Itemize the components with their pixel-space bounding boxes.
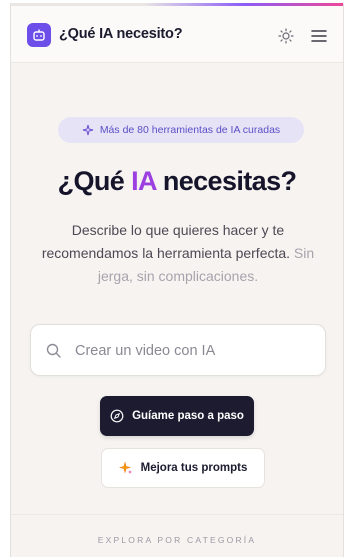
sparkles-icon xyxy=(118,461,132,474)
page-subtitle: Describe lo que quieres hacer y te recom… xyxy=(23,219,333,288)
guide-me-button[interactable]: Guíame paso a paso xyxy=(100,396,254,436)
tools-count-badge: Más de 80 herramientas de IA curadas xyxy=(58,117,304,143)
page-title: ¿Qué IA necesitas? xyxy=(11,166,343,197)
sparkles-icon xyxy=(82,124,93,136)
guide-button-label: Guíame paso a paso xyxy=(132,410,244,422)
title-accent: IA xyxy=(131,166,156,196)
search-icon xyxy=(46,343,61,358)
brand-title[interactable]: ¿Qué IA necesito? xyxy=(59,26,183,42)
improve-prompts-button[interactable]: Mejora tus prompts xyxy=(101,448,265,488)
menu-button[interactable] xyxy=(309,26,329,46)
hamburger-menu-icon xyxy=(311,30,327,42)
search-box[interactable] xyxy=(30,324,326,376)
section-divider xyxy=(11,514,343,515)
subtitle-main: Describe lo que quieres hacer y te recom… xyxy=(41,222,291,261)
prompts-button-label: Mejora tus prompts xyxy=(140,462,248,474)
explore-categories-heading: EXPLORA POR CATEGORÍA xyxy=(97,535,257,545)
sun-icon xyxy=(278,28,294,44)
title-suffix: necesitas? xyxy=(155,166,297,196)
title-prefix: ¿Qué xyxy=(57,166,132,196)
app-viewport: ¿Qué IA necesito? Más de 80 herramientas… xyxy=(10,3,344,557)
robot-icon xyxy=(33,29,45,41)
compass-icon xyxy=(110,409,124,423)
theme-toggle-button[interactable] xyxy=(276,26,296,46)
badge-text: Más de 80 herramientas de IA curadas xyxy=(99,124,281,136)
search-input[interactable] xyxy=(75,339,305,363)
app-header: ¿Qué IA necesito? xyxy=(11,6,343,63)
logo[interactable] xyxy=(27,23,51,47)
